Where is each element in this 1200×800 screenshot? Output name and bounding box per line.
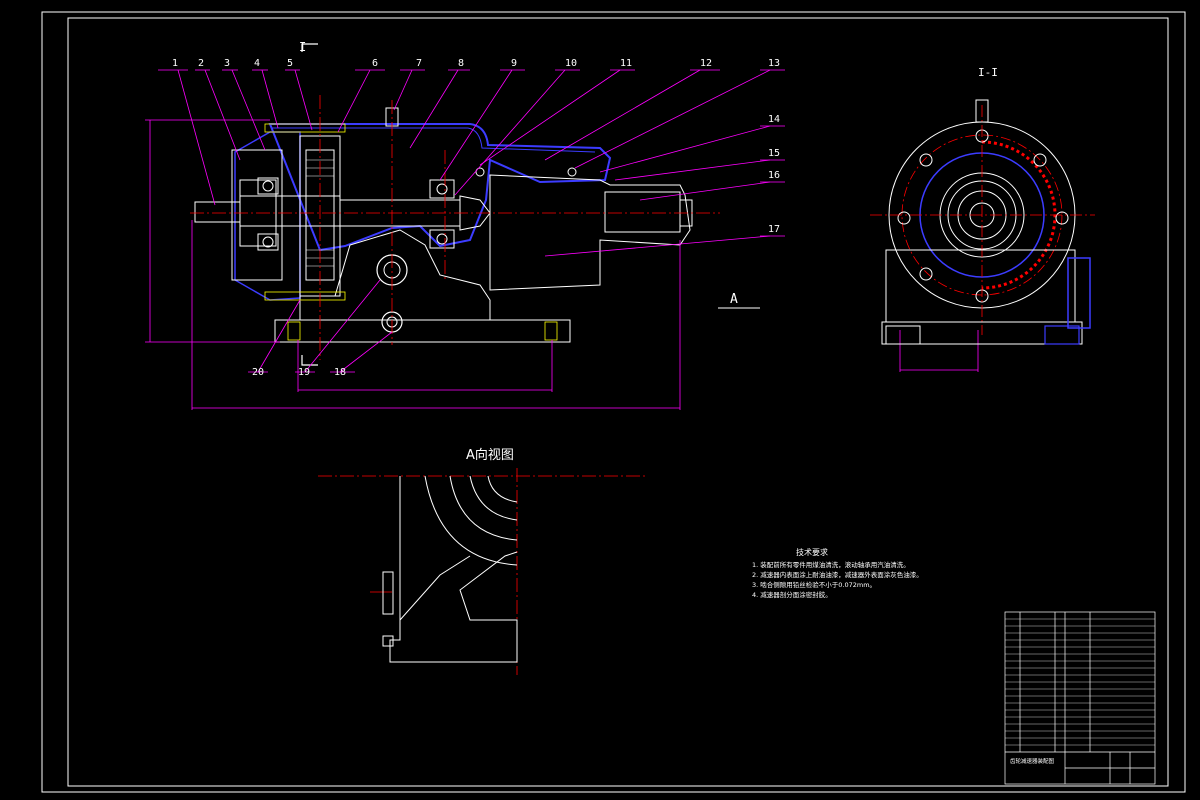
balloon-label: 11 (620, 58, 633, 69)
balloon-label: 19 (298, 367, 311, 378)
tech-note: 4. 减速器剖分面涂密封胶。 (752, 591, 832, 599)
balloon-label: 5 (287, 58, 294, 69)
cad-drawing-canvas (41, 11, 1186, 793)
balloon-label: 16 (768, 170, 781, 181)
tech-note: 1. 装配前所有零件用煤油清洗，滚动轴承用汽油清洗。 (752, 561, 910, 569)
balloon-label: 9 (511, 58, 518, 69)
leader-lines (158, 69, 785, 373)
title-block-name: 齿轮减速器装配图 (1010, 759, 1055, 765)
tech-note: 2. 减速器内表面涂上耐油油漆，减速器外表面涂灰色油漆。 (752, 571, 923, 579)
balloon-label: 13 (768, 58, 781, 69)
tech-note: 3. 啮合侧隙用铅丝检验不小于0.072mm。 (752, 581, 877, 589)
balloon-label: 15 (768, 148, 781, 159)
view-a-title: A向视图 (466, 448, 514, 463)
balloon-label: 8 (458, 58, 465, 69)
view-a (318, 468, 648, 675)
section-mark-top: I (299, 40, 307, 54)
dimension-lines (145, 119, 979, 410)
balloon-label: 17 (768, 224, 781, 235)
view-marker-a: A (730, 292, 738, 307)
balloon-label: 2 (198, 58, 205, 69)
balloon-label: 12 (700, 58, 713, 69)
balloon-label: 3 (224, 58, 231, 69)
main-section-view (190, 43, 720, 366)
side-view (870, 99, 1095, 345)
balloon-label: 10 (565, 58, 578, 69)
balloon-label: 6 (372, 58, 379, 69)
balloon-label: 14 (768, 114, 781, 125)
technical-requirements: 技术要求 1. 装配前所有零件用煤油清洗，滚动轴承用汽油清洗。 2. 减速器内表… (752, 548, 952, 600)
balloon-label: 1 (172, 58, 179, 69)
side-view-label: I-I (978, 66, 998, 79)
balloon-label: 7 (416, 58, 423, 69)
balloon-label: 18 (334, 367, 347, 378)
parts-list-rows (1005, 618, 1155, 746)
tech-notes-title: 技术要求 (796, 548, 828, 557)
balloon-label: 4 (254, 58, 261, 69)
inner-border (67, 17, 1169, 787)
balloon-label: 20 (252, 367, 265, 378)
